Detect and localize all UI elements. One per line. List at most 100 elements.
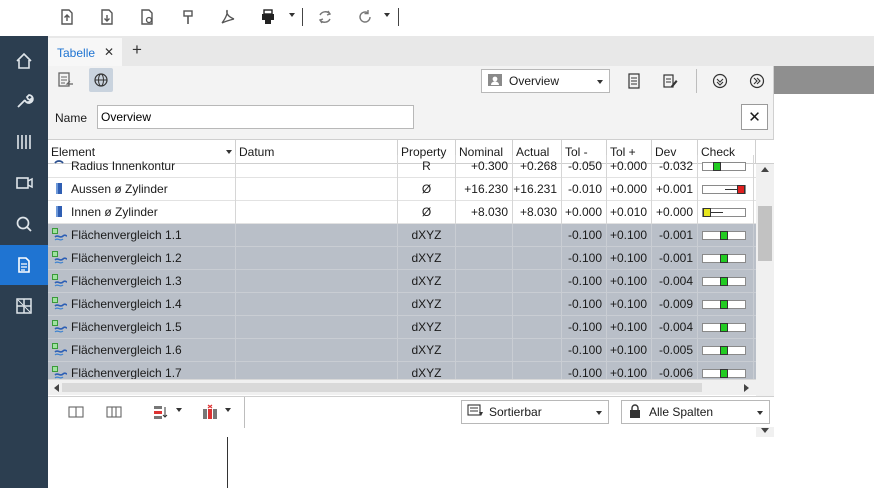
table-row[interactable]: Aussen ø Zylinder Ø +16.230 +16.231 -0.010 +0… [48,178,774,201]
move-rows-icon[interactable] [149,400,173,424]
sort-dropdown[interactable]: Sortierbar [461,400,609,424]
add-tab-button[interactable]: + [132,40,142,60]
check-deviation-line [725,189,737,190]
cylinder-icon [52,205,66,219]
chevron-down-icon [757,411,763,415]
actual-cell: +8.030 [513,201,562,224]
check-indicator [702,323,746,332]
print-dropdown-caret[interactable] [289,13,295,17]
actual-cell [513,316,562,339]
datum-cell [236,201,398,224]
table-row[interactable]: Flächenvergleich 1.2 dXYZ -0.100 +0.100 -0.0… [48,247,774,270]
tol-plus-cell: +0.100 [607,339,652,362]
close-icon[interactable]: ✕ [104,45,114,59]
table-bottom-bar: Sortierbar Alle Spalten [48,396,774,428]
tol-plus-cell: +0.100 [607,247,652,270]
settings-export-icon[interactable] [135,6,159,28]
horizontal-scrollbar[interactable] [48,379,756,395]
check-cell [698,155,754,178]
tol-plus-cell: +0.100 [607,224,652,247]
expand-right-icon[interactable] [745,69,769,93]
split-view-alt-icon[interactable] [102,400,126,424]
bottom-bar-separator [244,397,245,428]
tab-tabelle[interactable]: Tabelle ✕ [48,38,122,66]
dev-cell: -0.001 [652,247,698,270]
background-strip [774,66,874,94]
table-row[interactable]: Flächenvergleich 1.3 dXYZ -0.100 +0.100 -0.0… [48,270,774,293]
table-row[interactable]: Flächenvergleich 1.1 dXYZ -0.100 +0.100 -0.0… [48,224,774,247]
property-cell: Ø [398,178,456,201]
tol-plus-cell: +0.100 [607,270,652,293]
tol-minus-cell: +0.000 [562,201,607,224]
property-cell: dXYZ [398,293,456,316]
tol-minus-cell: -0.100 [562,339,607,362]
print-icon[interactable] [256,6,280,28]
datum-cell [236,178,398,201]
redo-icon[interactable] [353,6,377,28]
tab-bar: Tabelle ✕ + [48,36,874,66]
table-row[interactable]: Innen ø Zylinder Ø +8.030 +8.030 +0.000 +0.01… [48,201,774,224]
pdf-icon[interactable] [216,6,240,28]
check-cell [698,316,754,339]
actual-cell [513,293,562,316]
datum-cell [236,224,398,247]
surface-compare-icon [52,366,68,380]
delete-columns-icon[interactable] [198,400,222,424]
check-indicator [702,208,746,217]
name-field[interactable] [97,105,414,129]
pin-icon[interactable] [176,6,200,28]
scroll-down-icon[interactable] [761,428,769,434]
check-cell [698,201,754,224]
table-row[interactable]: Flächenvergleich 1.6 dXYZ -0.100 +0.100 -0.0… [48,339,774,362]
close-button[interactable]: ✕ [741,104,768,130]
columns-dropdown[interactable]: Alle Spalten [621,400,770,424]
scrollbar-thumb[interactable] [758,206,772,261]
scroll-right-icon[interactable] [744,384,750,392]
element-cell: Radius Innenkontur [48,155,236,178]
scroll-up-icon[interactable] [761,166,769,172]
surface-compare-icon [52,343,68,357]
refresh-icon[interactable] [313,6,337,28]
scrollbar-thumb[interactable] [62,383,702,392]
document-list-icon[interactable] [622,69,646,93]
nominal-cell [456,339,513,362]
table-row[interactable]: Flächenvergleich 1.4 dXYZ -0.100 +0.100 -0.0… [48,293,774,316]
scroll-left-icon[interactable] [53,384,59,392]
actual-cell [513,224,562,247]
nominal-cell [456,247,513,270]
wrench-icon[interactable] [0,81,48,121]
check-marker [720,254,728,263]
export-icon[interactable] [95,6,119,28]
check-indicator [702,185,746,194]
import-icon[interactable] [55,6,79,28]
property-cell: Ø [398,201,456,224]
camera-icon[interactable] [0,163,48,203]
nominal-cell: +8.030 [456,201,513,224]
report-back-icon[interactable] [53,68,77,92]
collapse-down-icon[interactable] [708,69,732,93]
table-row[interactable]: Flächenvergleich 1.5 dXYZ -0.100 +0.100 -0.0… [48,316,774,339]
table-row[interactable]: Radius Innenkontur R +0.300 +0.268 -0.050 +0.… [48,155,774,178]
globe-icon[interactable] [89,68,113,92]
property-cell: dXYZ [398,316,456,339]
dev-cell: -0.009 [652,293,698,316]
home-icon[interactable] [0,41,48,81]
datum-cell [236,316,398,339]
dev-cell: +0.000 [652,201,698,224]
search-icon[interactable] [0,204,48,244]
columns-icon[interactable] [0,122,48,162]
check-cell [698,247,754,270]
report-icon[interactable] [0,245,48,285]
chevron-down-icon[interactable] [225,408,231,412]
chevron-down-icon[interactable] [176,408,182,412]
view-dropdown[interactable]: Overview [481,69,610,93]
grid-icon[interactable] [0,286,48,326]
edit-document-icon[interactable] [658,69,682,93]
redo-dropdown-caret[interactable] [384,13,390,17]
check-cell [698,224,754,247]
element-cell: Flächenvergleich 1.2 [48,247,236,270]
split-view-icon[interactable] [64,400,88,424]
tol-plus-cell: +0.000 [607,178,652,201]
check-indicator [702,231,746,240]
dev-cell: +0.001 [652,178,698,201]
